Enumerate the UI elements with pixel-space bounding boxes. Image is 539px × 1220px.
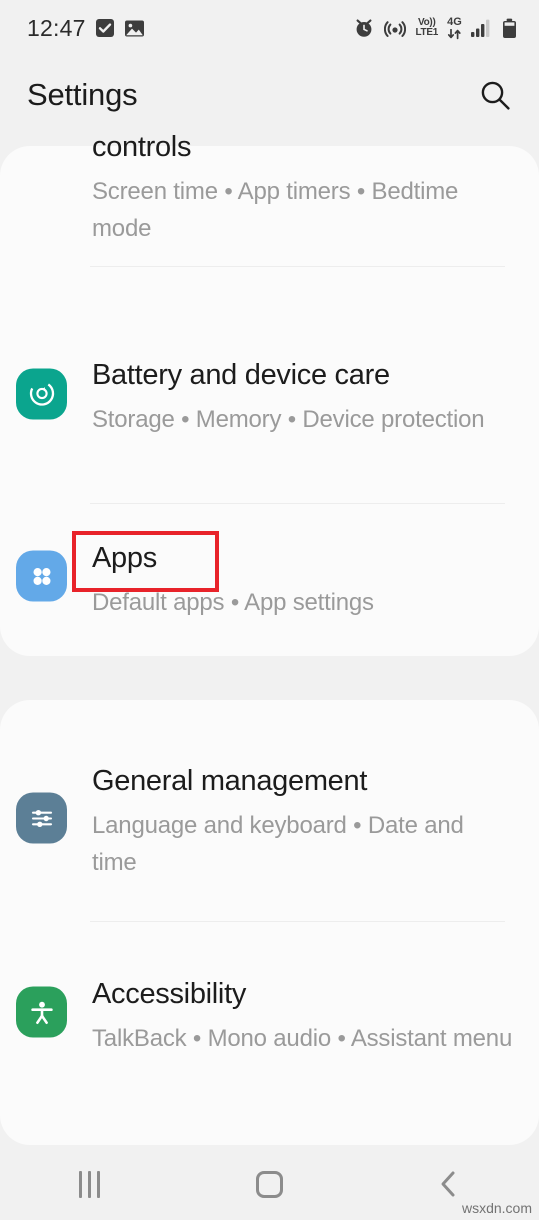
row-divider <box>90 503 505 504</box>
page-title: Settings <box>27 77 138 112</box>
status-bar-right: Vo)) LTE1 4G <box>353 15 517 40</box>
settings-row-digital-wellbeing[interactable]: controls Screen time • App timers • Bedt… <box>0 120 539 248</box>
settings-row-battery-and-device-care[interactable]: Battery and device care Storage • Memory… <box>0 286 539 501</box>
settings-row-title: Accessibility <box>92 977 247 1010</box>
navigation-bar <box>0 1148 539 1220</box>
device-care-icon <box>16 368 67 419</box>
row-divider <box>90 921 505 922</box>
recents-icon <box>79 1170 101 1198</box>
settings-row-text: controls Screen time • App timers • Bedt… <box>92 121 539 247</box>
volte-bottom-label: LTE1 <box>415 27 438 38</box>
accessibility-person-icon <box>16 986 67 1038</box>
settings-row-subtitle: Language and keyboard • Date and time <box>92 812 464 876</box>
image-gallery-icon <box>124 19 145 38</box>
network-type-label: 4G <box>447 15 462 28</box>
battery-icon <box>502 18 517 39</box>
settings-row-subtitle: Storage • Memory • Device protection <box>92 406 485 433</box>
recents-button[interactable] <box>45 1156 135 1212</box>
search-icon <box>478 78 512 112</box>
settings-row-subtitle: Default apps • App settings <box>92 588 374 616</box>
status-bar: 12:47 Vo)) LTE1 4G <box>0 0 539 56</box>
4g-data-icon: 4G <box>447 15 462 40</box>
settings-row-title: General management <box>92 765 368 797</box>
settings-row-title: Battery and device care <box>92 359 390 391</box>
search-button[interactable] <box>473 73 517 117</box>
hotspot-icon <box>384 17 407 39</box>
watermark: wsxdn.com <box>461 1200 532 1216</box>
status-bar-left: 12:47 <box>27 15 145 42</box>
settings-card-group-2: General management Language and keyboard… <box>0 700 539 1145</box>
sliders-icon <box>16 792 67 844</box>
apps-grid-icon <box>16 550 67 602</box>
home-button[interactable] <box>224 1156 314 1212</box>
phone-screen: 12:47 Vo)) LTE1 4G Settings controls Scr… <box>0 0 539 1220</box>
settings-row-text: Battery and device care Storage • Memory… <box>92 349 510 438</box>
settings-row-text: Apps Default apps • App settings <box>92 532 400 621</box>
settings-row-subtitle: Screen time • App timers • Bedtime mode <box>92 178 459 242</box>
settings-row-subtitle: TalkBack • Mono audio • Assistant menu <box>92 1024 513 1052</box>
alarm-clock-icon <box>353 17 375 39</box>
status-bar-clock: 12:47 <box>27 14 86 41</box>
settings-row-title: controls <box>92 131 192 163</box>
home-icon <box>255 1170 283 1198</box>
checkbox-checked-icon <box>95 18 115 38</box>
signal-bars-icon <box>471 19 493 38</box>
row-divider <box>90 266 505 267</box>
settings-card-group-1: controls Screen time • App timers • Bedt… <box>0 131 539 656</box>
settings-row-apps[interactable]: Apps Default apps • App settings <box>0 516 539 636</box>
settings-row-text: General management Language and keyboard… <box>92 755 539 881</box>
back-chevron-icon <box>436 1169 462 1199</box>
settings-row-title: Apps <box>92 541 157 574</box>
settings-row-general-management[interactable]: General management Language and keyboard… <box>0 718 539 918</box>
settings-row-accessibility[interactable]: Accessibility TalkBack • Mono audio • As… <box>0 936 539 1088</box>
settings-row-text: Accessibility TalkBack • Mono audio • As… <box>92 968 538 1057</box>
volte-icon: Vo)) LTE1 <box>415 18 438 38</box>
